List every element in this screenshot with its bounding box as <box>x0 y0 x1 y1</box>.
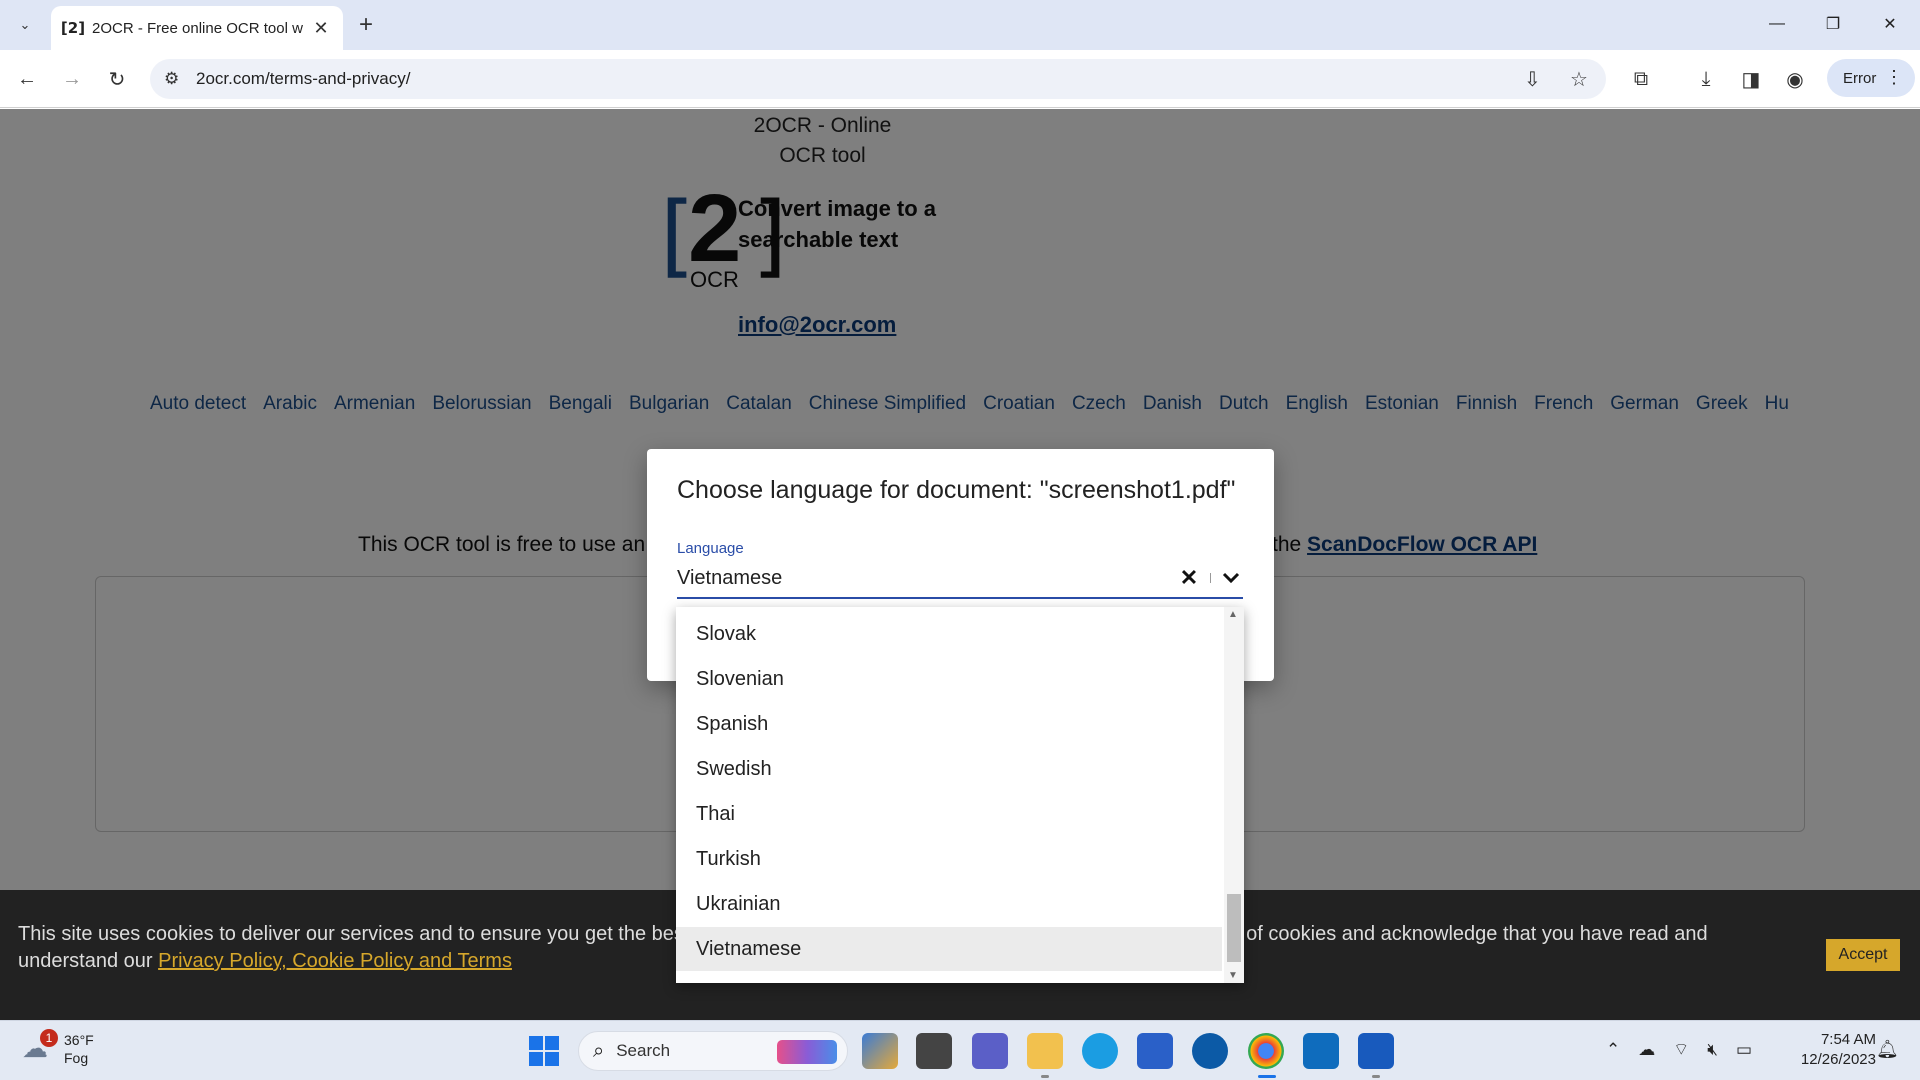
language-option[interactable]: Slovenian <box>676 657 1222 701</box>
weather-temperature: 36°F <box>64 1032 94 1048</box>
language-select[interactable]: Vietnamese ✕ <box>677 559 1243 599</box>
dialog-title: Choose language for document: "screensho… <box>677 476 1236 504</box>
dropdown-scrollbar[interactable]: ▲ ▼ <box>1224 607 1244 983</box>
chrome-icon[interactable] <box>1248 1033 1284 1069</box>
language-option[interactable]: Slovak <box>676 612 1222 656</box>
forward-button[interactable]: → <box>55 62 89 96</box>
wifi-icon[interactable]: ⌔ <box>1673 1039 1689 1060</box>
language-option[interactable]: Thai <box>676 792 1222 836</box>
taskbar-search-label: Search <box>616 1041 671 1060</box>
dell-icon[interactable] <box>1192 1033 1228 1069</box>
restore-button[interactable]: ❐ <box>1808 10 1858 38</box>
chevron-down-icon[interactable] <box>1219 566 1243 590</box>
back-button[interactable]: ← <box>10 62 44 96</box>
onedrive-icon[interactable]: ☁ <box>1638 1040 1655 1060</box>
edge-icon[interactable] <box>1082 1033 1118 1069</box>
language-option[interactable]: Vietnamese <box>676 927 1222 971</box>
language-option[interactable]: Swedish <box>676 747 1222 791</box>
tab-search-button[interactable]: ⌄ <box>10 11 40 39</box>
address-url: 2ocr.com/terms-and-privacy/ <box>196 69 411 88</box>
chevron-up-icon[interactable]: ⌃ <box>1606 1040 1620 1060</box>
address-bar[interactable]: ⚙ 2ocr.com/terms-and-privacy/ ⇩ ☆ <box>150 59 1606 99</box>
close-window-button[interactable]: ✕ <box>1865 10 1915 38</box>
tab-favicon: [2] <box>60 19 86 37</box>
chevron-down-icon: ⌄ <box>19 17 31 32</box>
side-panel-icon[interactable]: ◨ <box>1734 62 1768 96</box>
profile-error-label: Error <box>1843 69 1877 87</box>
download-icon[interactable]: ⤓ <box>1689 62 1723 96</box>
notification-bell-icon[interactable]: 🔔︎ <box>1876 1039 1899 1060</box>
system-tray: ⌃ ☁ ⌔ 🔇︎ ▭ <box>1606 1039 1770 1060</box>
battery-icon[interactable]: ▭ <box>1736 1040 1752 1060</box>
language-dropdown-list: Slovak Slovenian Spanish Swedish Thai Turkish… <box>676 607 1244 983</box>
language-option[interactable]: Turkish <box>676 837 1222 881</box>
extensions-icon[interactable]: ⧉ <box>1624 62 1658 96</box>
language-field-label: Language <box>677 540 744 557</box>
start-button[interactable] <box>529 1036 559 1066</box>
word-icon[interactable] <box>1358 1033 1394 1069</box>
scroll-down-icon[interactable]: ▼ <box>1228 970 1238 981</box>
clock-date: 12/26/2023 <box>1800 1051 1876 1068</box>
search-highlight-image <box>777 1040 837 1064</box>
scrollbar-thumb[interactable] <box>1227 894 1241 962</box>
privacy-policy-link[interactable]: Privacy Policy, Cookie Policy and Terms <box>158 950 512 972</box>
store-icon[interactable] <box>1137 1033 1173 1069</box>
clock[interactable]: 7:54 AM 12/26/2023 <box>1786 1030 1876 1070</box>
reload-icon: ↻ <box>108 68 126 91</box>
tab-close-icon[interactable]: ✕ <box>311 18 331 39</box>
language-option[interactable]: Spanish <box>676 702 1222 746</box>
more-menu-icon[interactable]: ⋮ <box>1885 67 1903 88</box>
browser-toolbar: ← → ↻ ⚙ 2ocr.com/terms-and-privacy/ ⇩ ☆ … <box>0 50 1920 108</box>
minimize-button[interactable]: — <box>1752 10 1802 38</box>
cookie-accept-button[interactable]: Accept <box>1826 939 1900 971</box>
task-view-icon[interactable] <box>916 1033 952 1069</box>
notification-badge: 1 <box>40 1029 58 1047</box>
clear-icon[interactable]: ✕ <box>1176 565 1202 591</box>
volume-muted-icon[interactable]: 🔇︎ <box>1707 1040 1718 1060</box>
arrow-right-icon: → <box>62 67 82 90</box>
site-info-icon[interactable]: ⚙ <box>164 69 179 89</box>
taskbar-search[interactable]: ⌕ Search <box>578 1031 848 1071</box>
file-explorer-icon[interactable] <box>1027 1033 1063 1069</box>
profile-error-button[interactable]: Error ⋮ <box>1827 59 1915 97</box>
weather-description: Fog <box>64 1050 89 1066</box>
outlook-icon[interactable] <box>1303 1033 1339 1069</box>
teams-chat-icon[interactable] <box>972 1033 1008 1069</box>
clock-time: 7:54 AM <box>1820 1031 1876 1048</box>
profile-avatar[interactable]: ◉ <box>1778 62 1812 96</box>
language-select-value[interactable]: Vietnamese <box>677 567 1176 590</box>
windows-taskbar: ☁ 1 36°F Fog ⌕ Search ⌃ ☁ ⌔ 🔇︎ ▭ 7:54 AM 1… <box>0 1020 1920 1080</box>
install-app-icon[interactable]: ⇩ <box>1524 67 1541 92</box>
fog-icon: ☁ 1 <box>22 1029 58 1065</box>
bookmark-star-icon[interactable]: ☆ <box>1570 67 1588 92</box>
search-icon: ⌕ <box>593 1039 605 1062</box>
new-tab-button[interactable]: + <box>352 11 380 39</box>
browser-title-bar: ⌄ [2] 2OCR - Free online OCR tool w ✕ + … <box>0 0 1920 50</box>
arrow-left-icon: ← <box>17 67 37 90</box>
reload-button[interactable]: ↻ <box>100 62 134 96</box>
language-option[interactable]: Ukrainian <box>676 882 1222 926</box>
weather-widget[interactable]: ☁ 1 36°F Fog <box>22 1029 94 1067</box>
scroll-up-icon[interactable]: ▲ <box>1228 609 1238 620</box>
copilot-icon[interactable] <box>862 1033 898 1069</box>
tab-title: 2OCR - Free online OCR tool w <box>92 19 303 37</box>
browser-tab-active[interactable]: [2] 2OCR - Free online OCR tool w ✕ <box>51 6 343 50</box>
